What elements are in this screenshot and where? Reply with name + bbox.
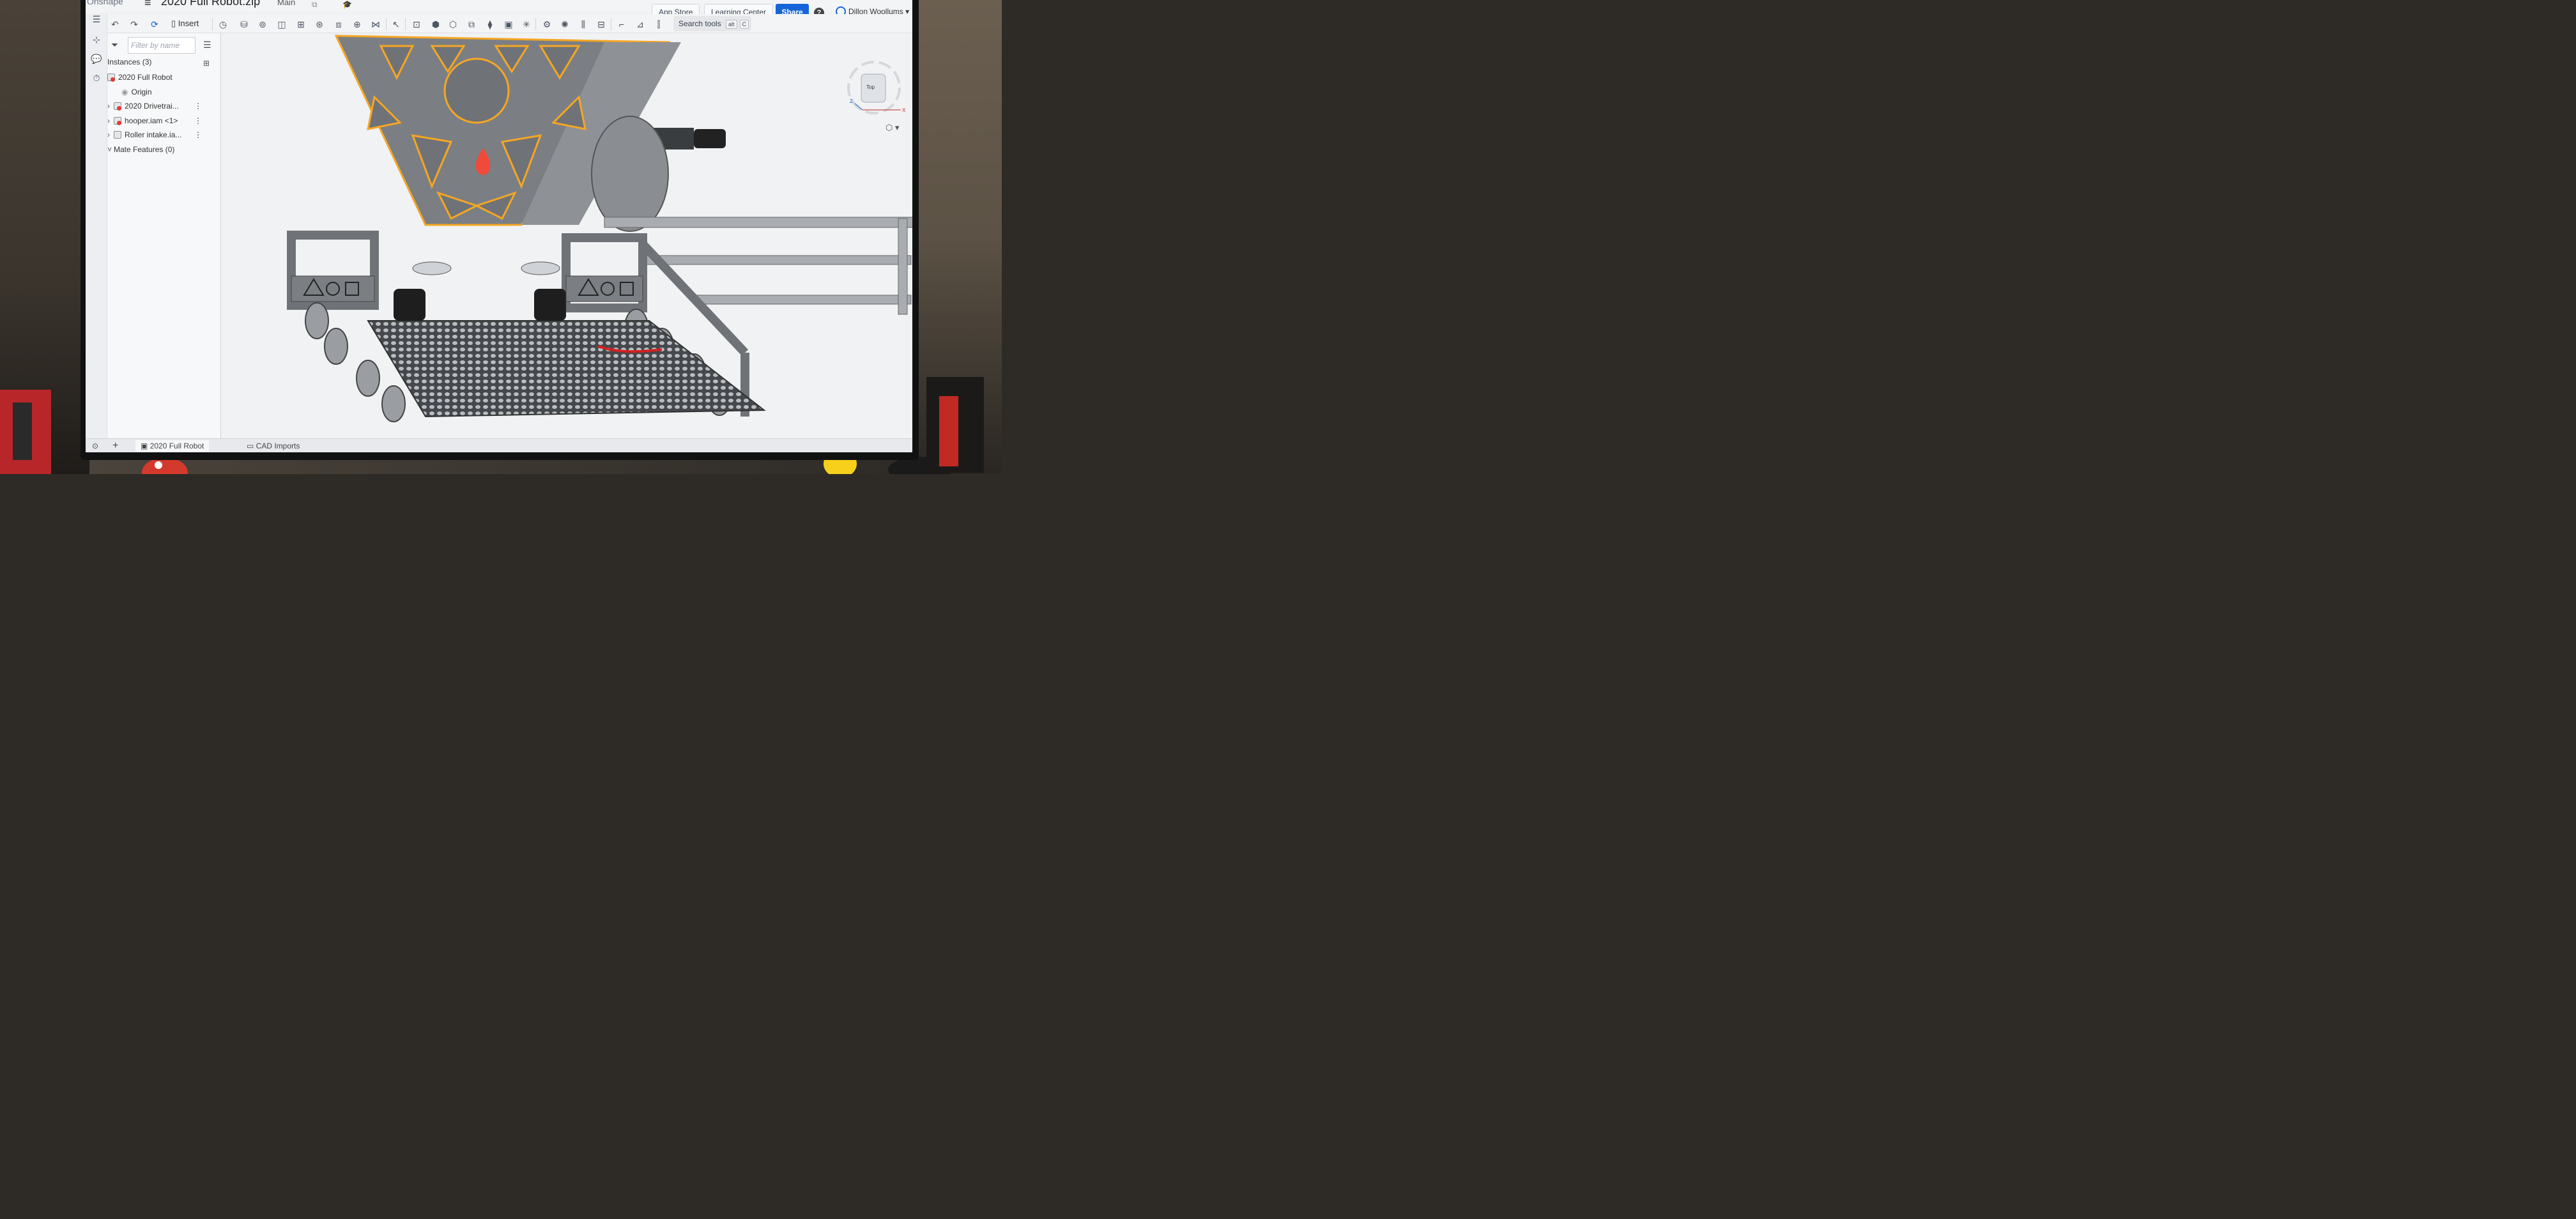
mirror-icon[interactable]: ⧫ [484, 18, 496, 31]
filter-icon[interactable]: ⏷ [111, 40, 118, 50]
insert-label: Insert [178, 19, 199, 28]
view-cube-top-label[interactable]: Top [866, 84, 875, 90]
pin-slot-mate-icon[interactable]: ⊛ [313, 18, 326, 31]
replicate-icon[interactable]: ⬡ [447, 18, 459, 31]
list-view-icon[interactable]: ☰ [203, 40, 211, 50]
cylindrical-mate-icon[interactable]: ⊞ [295, 18, 307, 31]
assembly-icon [114, 117, 121, 125]
revolute-mate-icon[interactable]: ⊚ [256, 18, 269, 31]
explode-icon[interactable]: ✳ [520, 18, 533, 31]
interference-icon[interactable]: ⫿ [652, 18, 665, 31]
list-item[interactable]: › 2020 Drivetrai... [107, 102, 179, 111]
parallel-mate-icon[interactable]: ⋈ [369, 18, 382, 31]
pattern-icon[interactable]: ⧉ [465, 18, 478, 31]
tangent-mate-icon[interactable]: ↖ [390, 18, 402, 31]
robot-model[interactable] [221, 33, 912, 438]
fastened-mate-icon[interactable]: ⛁ [238, 18, 250, 31]
copy-icon[interactable]: ⧉ [312, 0, 322, 10]
rack-pinion-icon[interactable]: ✺ [558, 18, 571, 31]
view-cube[interactable]: Top X Z [837, 59, 907, 129]
shortcut-c: C [739, 20, 749, 29]
regenerate-icon[interactable]: ⟳ [148, 18, 161, 31]
onshape-window: Onshape ≡ 2020 Full Robot.zip Main ⧉ 🎓 A… [86, 0, 912, 452]
tab-manager-icon[interactable]: ⊙ [92, 440, 98, 452]
feature-list-icon[interactable]: ☰ [91, 14, 102, 26]
list-item[interactable]: › Roller intake.ia... [107, 130, 181, 139]
assembly-icon [114, 131, 121, 139]
add-tab-icon[interactable]: + [112, 440, 118, 452]
ball-mate-icon[interactable]: ⊕ [351, 18, 364, 31]
tab-bar: ⊙ + ▣ 2020 Full Robot ▭ CAD Imports [86, 438, 912, 452]
instances-icon[interactable]: ⊹ [91, 34, 102, 46]
toolbar: ↶ ↷ ⟳ ▯ Insert ◷ ⛁ ⊚ ◫ ⊞ ⊛ ⧈ ⊕ ⋈ ↖ ⊡ ⬢ ⬡… [86, 14, 912, 33]
kebab-menu-icon[interactable]: ⋮ [194, 116, 202, 125]
graphics-viewport[interactable]: Top X Z ⬡ ▾ ▤ ⬗ ⛓ ⊓ ⊓ [221, 33, 912, 438]
list-item[interactable]: 2020 Full Robot [107, 73, 172, 82]
gear-relation-icon[interactable]: ⚙ [540, 18, 553, 31]
view-options-icon[interactable]: ⬡ ▾ [885, 123, 900, 133]
assembly-icon [114, 102, 121, 111]
planar-mate-icon[interactable]: ⧈ [332, 18, 345, 31]
axis-x-label: X [902, 107, 906, 113]
kebab-menu-icon[interactable]: ⋮ [194, 130, 202, 139]
redo-icon[interactable]: ↷ [128, 18, 141, 31]
search-tools-button[interactable]: Search tools alt C [673, 16, 751, 31]
branch-label[interactable]: Main [277, 0, 295, 7]
instance-list-panel: ⏷ Filter by name ☰ Instances (3) ⊞ 2020 … [107, 33, 221, 438]
insert-button[interactable]: ▯ Insert [171, 17, 199, 31]
tab-cad-imports[interactable]: ▭ CAD Imports [241, 440, 305, 452]
history-icon[interactable]: ⏱ [91, 73, 102, 84]
screw-relation-icon[interactable]: ⫼ [577, 18, 590, 31]
list-item[interactable]: ◉ Origin [121, 88, 152, 96]
chevron-right-icon[interactable]: › [107, 130, 114, 139]
photo-scene: Onshape ≡ 2020 Full Robot.zip Main ⧉ 🎓 A… [0, 0, 1002, 474]
undo-icon[interactable]: ↶ [109, 18, 121, 31]
chevron-right-icon[interactable]: › [107, 102, 114, 111]
shortcut-alt: alt [726, 20, 737, 29]
axis-z-label: Z [850, 98, 853, 104]
graduation-cap-icon[interactable]: 🎓 [342, 0, 353, 10]
mate-connector-icon[interactable]: ⊡ [410, 18, 423, 31]
document-title[interactable]: 2020 Full Robot.zip [161, 0, 260, 8]
clock-icon[interactable]: ◷ [217, 18, 229, 31]
menu-icon[interactable]: ≡ [144, 0, 151, 10]
mass-properties-icon[interactable]: ⊿ [634, 18, 647, 31]
origin-icon: ◉ [121, 88, 128, 96]
linear-relation-icon[interactable]: ⊟ [595, 18, 608, 31]
instances-header[interactable]: Instances (3) [107, 57, 151, 66]
tab-2020-full-robot[interactable]: ▣ 2020 Full Robot [135, 440, 210, 452]
comments-icon[interactable]: 💬 [91, 54, 102, 65]
mate-features-header[interactable]: ˅ Mate Features (0) [107, 145, 174, 154]
measure-icon[interactable]: ⌐ [615, 18, 628, 31]
assembly-icon [107, 73, 115, 82]
list-item[interactable]: › hooper.iam <1> [107, 116, 178, 125]
left-rail: ☰ ⊹ 💬 ⏱ [86, 14, 107, 438]
section-view-icon[interactable]: ▣ [502, 18, 515, 31]
slider-mate-icon[interactable]: ◫ [275, 18, 288, 31]
chevron-down-icon[interactable]: ˅ [107, 145, 114, 154]
create-folder-icon[interactable]: ⊞ [203, 59, 210, 68]
chevron-right-icon[interactable]: › [107, 116, 114, 125]
kebab-menu-icon[interactable]: ⋮ [194, 102, 202, 111]
search-tools-label: Search tools [678, 19, 721, 28]
filter-input[interactable]: Filter by name [128, 37, 195, 54]
instances-label: Instances (3) [107, 57, 152, 66]
onshape-logo[interactable]: Onshape [87, 0, 123, 6]
group-icon[interactable]: ⬢ [429, 18, 442, 31]
